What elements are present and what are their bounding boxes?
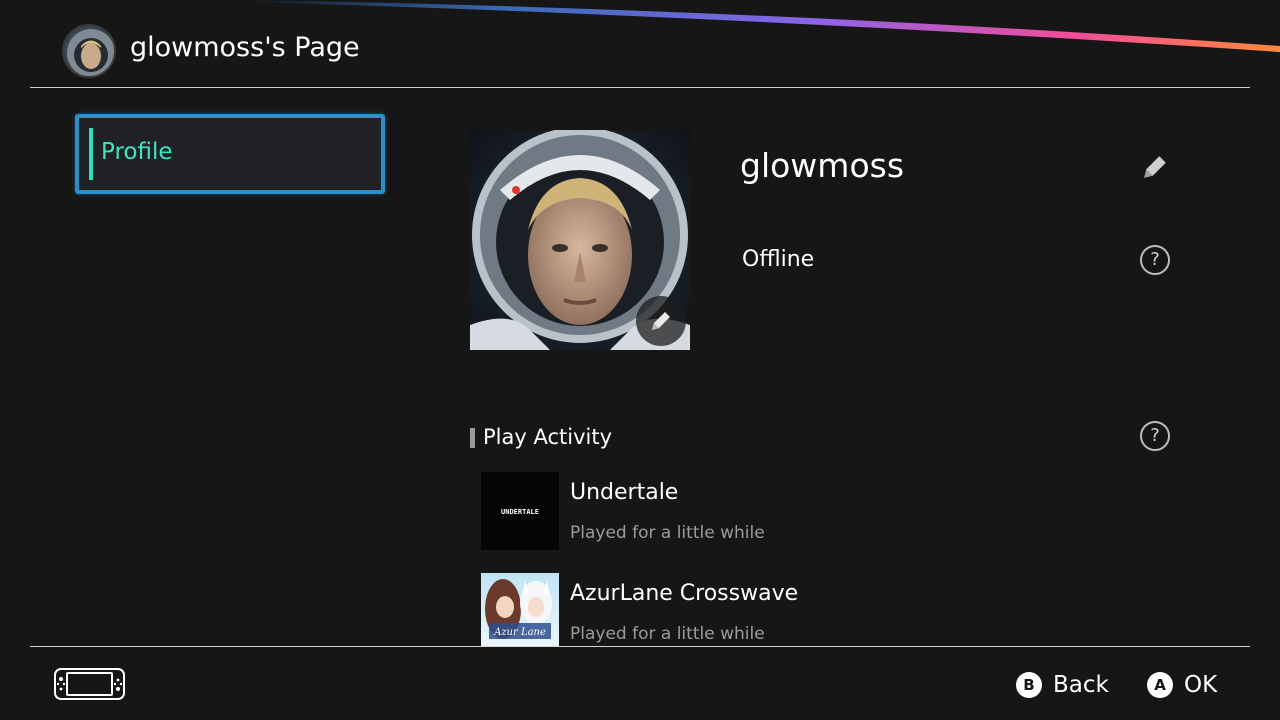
section-marker — [470, 428, 475, 448]
azurlane-thumbnail: Azur Lane — [481, 573, 559, 646]
footer-divider — [30, 646, 1250, 647]
question-mark-icon: ? — [1150, 425, 1160, 446]
play-activity-clip: Play Activity ? UNDERTALE Undertale Play… — [0, 0, 1280, 646]
play-activity-heading: Play Activity — [483, 425, 613, 449]
game-list-item[interactable]: UNDERTALE Undertale Played for a little … — [481, 472, 1181, 550]
profile-page: glowmoss's Page Profile glowmoss Offline… — [0, 0, 1280, 720]
ok-button[interactable]: A OK — [1147, 670, 1217, 700]
game-title: Undertale — [570, 480, 679, 505]
game-title: AzurLane Crosswave — [570, 581, 799, 606]
activity-help-button[interactable]: ? — [1140, 421, 1170, 451]
game-list-item[interactable]: Azur Lane AzurLane Crosswave Played for … — [481, 573, 1181, 646]
switch-console-icon — [54, 668, 125, 700]
game-icon: Azur Lane — [481, 573, 559, 646]
ok-label: OK — [1184, 672, 1218, 698]
b-button-icon: B — [1016, 672, 1042, 698]
back-label: Back — [1053, 672, 1109, 698]
svg-text:UNDERTALE: UNDERTALE — [501, 508, 539, 516]
a-button-icon: A — [1147, 672, 1173, 698]
game-icon: UNDERTALE — [481, 472, 559, 550]
undertale-thumbnail: UNDERTALE — [481, 472, 559, 550]
svg-text:Azur Lane: Azur Lane — [493, 627, 546, 638]
back-button[interactable]: B Back — [1016, 670, 1109, 700]
game-playtime: Played for a little while — [570, 624, 765, 644]
game-playtime: Played for a little while — [570, 523, 765, 543]
